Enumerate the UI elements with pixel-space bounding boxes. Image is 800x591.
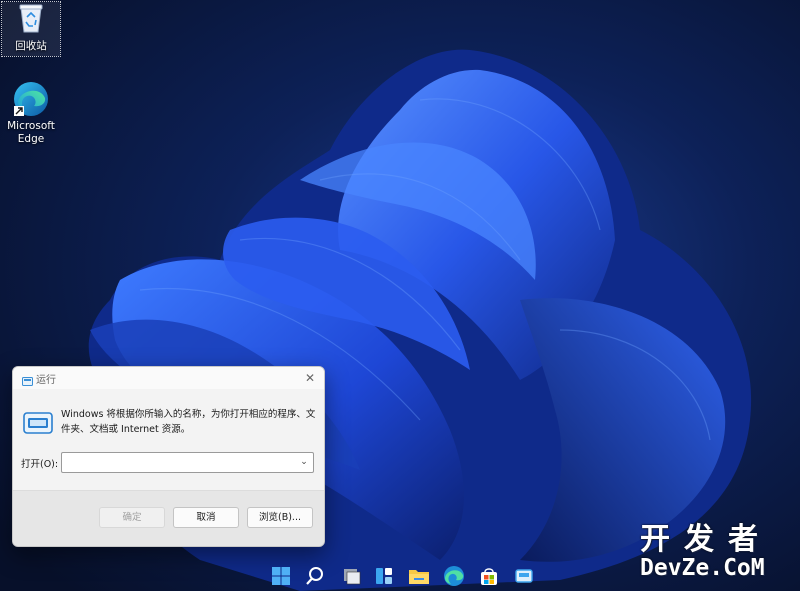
ok-button[interactable]: 确定 [99, 507, 165, 528]
start-icon[interactable] [268, 563, 294, 589]
run-dialog-title: 运行 [36, 375, 56, 386]
run-dialog-titlebar[interactable]: 运行 ✕ [13, 367, 324, 389]
open-label: 打开(O): [21, 459, 59, 470]
recycle-bin-icon [2, 2, 60, 38]
task-view-icon[interactable] [338, 563, 364, 589]
open-combobox[interactable]: ⌄ [61, 452, 314, 473]
chevron-down-icon[interactable]: ⌄ [297, 454, 311, 470]
widgets-icon[interactable] [371, 563, 397, 589]
desktop-icon-label: Microsoft Edge [7, 120, 55, 145]
file-explorer-icon[interactable] [406, 563, 432, 589]
run-app-icon [22, 372, 33, 391]
run-dialog: 运行 ✕ Windows 将根据你所输入的名称，为你打开相应的程序、文件夹、文档… [12, 366, 325, 547]
browse-button[interactable]: 浏览(B)... [247, 507, 313, 528]
cancel-button[interactable]: 取消 [173, 507, 239, 528]
watermark: 开发者 DevZe.CoM [640, 522, 795, 581]
search-icon[interactable] [302, 563, 328, 589]
run-dialog-footer: 确定 取消 浏览(B)... [13, 490, 324, 546]
run-app-icon[interactable] [511, 563, 537, 589]
watermark-en: DevZe.CoM [640, 555, 765, 581]
edge-icon[interactable] [441, 563, 467, 589]
desktop-icon-recycle-bin[interactable]: 回收站 [1, 1, 61, 57]
desktop-icon-label: 回收站 [15, 40, 47, 52]
run-program-icon [23, 411, 53, 439]
store-icon[interactable] [476, 563, 502, 589]
close-button[interactable]: ✕ [300, 369, 320, 387]
open-input[interactable] [65, 454, 293, 470]
desktop-icon-edge[interactable]: Microsoft Edge [1, 80, 61, 146]
watermark-cn: 开发者 [640, 522, 772, 557]
run-description: Windows 将根据你所输入的名称，为你打开相应的程序、文件夹、文档或 Int… [61, 409, 316, 435]
edge-icon [12, 80, 50, 118]
